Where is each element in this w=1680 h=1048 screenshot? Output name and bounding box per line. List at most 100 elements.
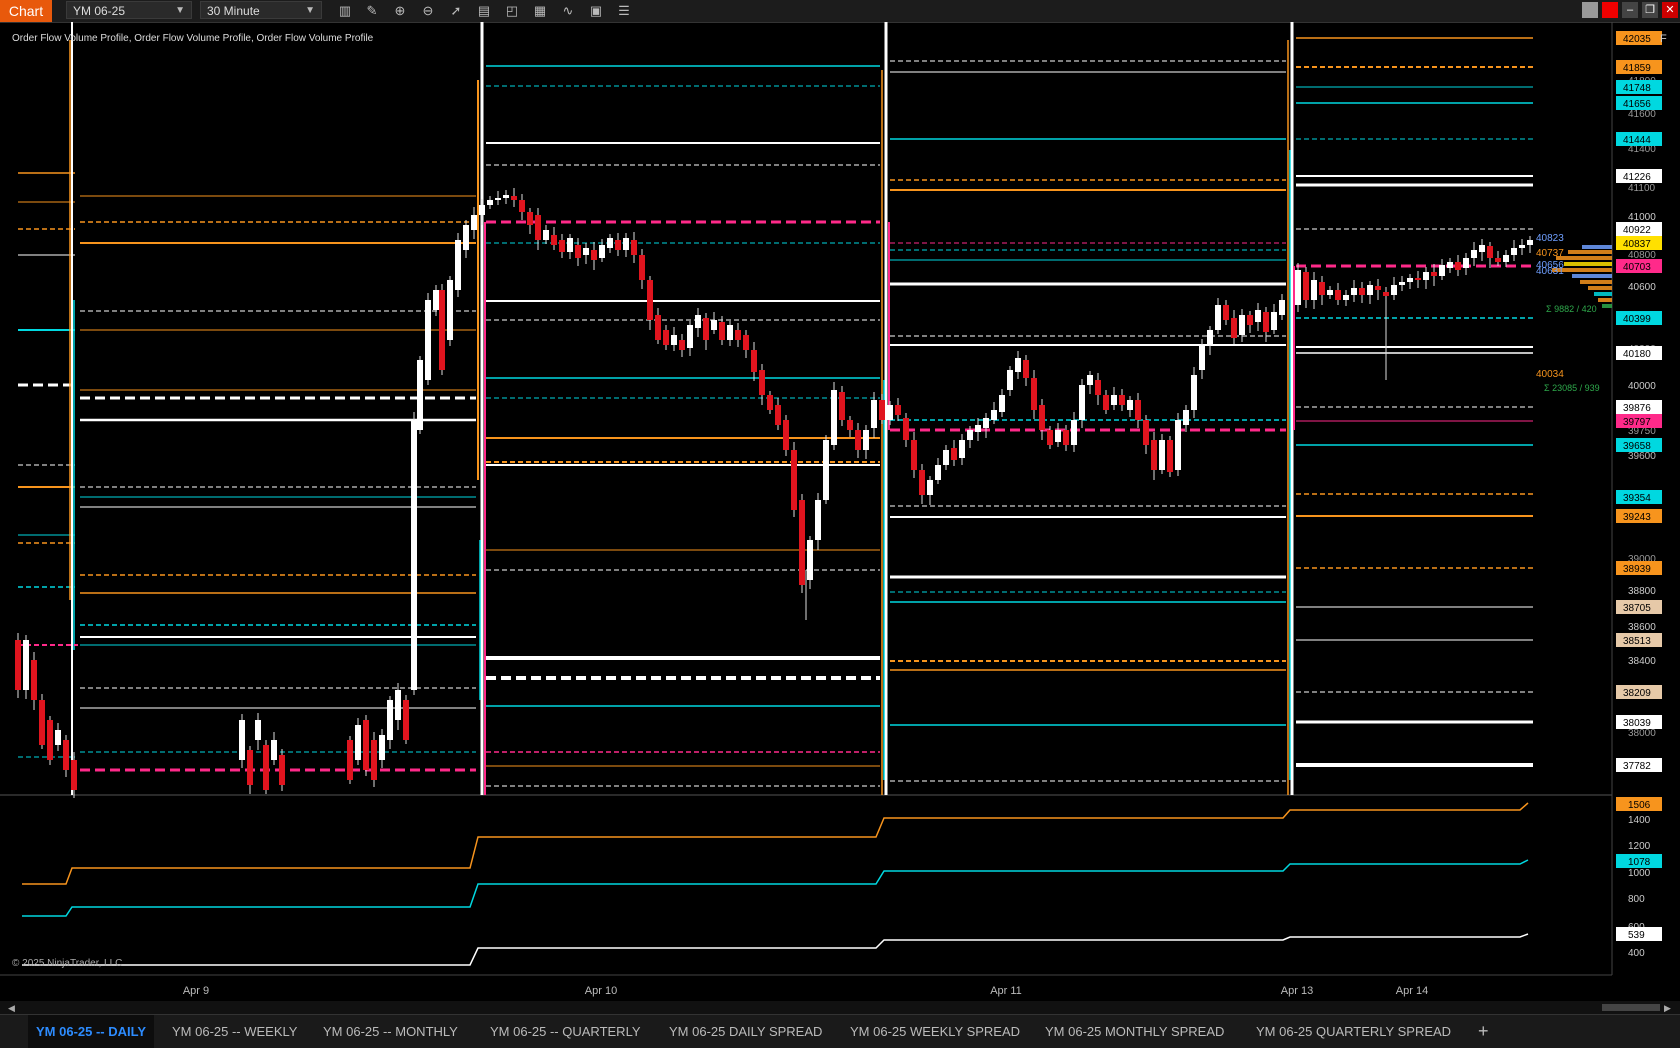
- price-axis-tick: 38800: [1628, 586, 1656, 597]
- tab-weekly[interactable]: YM 06-25 -- WEEKLY: [172, 1015, 297, 1048]
- price-label-text: 38039: [1623, 718, 1651, 729]
- volume-step-line: [22, 933, 1529, 966]
- candle-body: [1055, 430, 1061, 442]
- zoom-in-icon[interactable]: ⊕: [391, 2, 409, 20]
- candle-body: [1431, 272, 1437, 276]
- candle-body: [1215, 305, 1221, 330]
- candle-body: [1463, 258, 1469, 268]
- template-icon[interactable]: ◰: [503, 2, 521, 20]
- price-label-text: 39797: [1623, 417, 1651, 428]
- candle-body: [1311, 280, 1317, 300]
- interval-selector[interactable]: 30 Minute ▼: [200, 1, 322, 19]
- candle-body: [1119, 395, 1125, 405]
- candle-body: [1327, 290, 1333, 295]
- candle-body: [775, 405, 781, 425]
- candle-body: [1423, 272, 1429, 280]
- candle-body: [455, 240, 461, 290]
- tab-quarterly-spread[interactable]: YM 06-25 QUARTERLY SPREAD: [1256, 1015, 1451, 1048]
- candle-body: [599, 245, 605, 258]
- chart-tab-bar: YM 06-25 -- DAILY YM 06-25 -- WEEKLY YM …: [0, 1014, 1680, 1048]
- volume-histogram-bar: [1598, 298, 1612, 302]
- price-label-text: 38513: [1623, 636, 1651, 647]
- candle-body: [1527, 240, 1533, 245]
- candle-body: [39, 700, 45, 745]
- candle-body: [615, 240, 621, 250]
- scroll-left-icon[interactable]: ◀: [8, 1003, 15, 1014]
- price-axis-tick: 38000: [1628, 728, 1656, 739]
- strategies-icon[interactable]: ∿: [559, 2, 577, 20]
- candle-body: [935, 465, 941, 480]
- order-flow-icon[interactable]: ▣: [587, 2, 605, 20]
- candle-body: [983, 418, 989, 428]
- tab-weekly-spread[interactable]: YM 06-25 WEEKLY SPREAD: [850, 1015, 1020, 1048]
- price-axis-tick: 38600: [1628, 622, 1656, 633]
- sub-axis-tick: 400: [1628, 948, 1645, 959]
- zoom-out-icon[interactable]: ⊖: [419, 2, 437, 20]
- candle-body: [395, 690, 401, 720]
- pointer-icon[interactable]: ➚: [447, 2, 465, 20]
- candle-body: [1143, 420, 1149, 445]
- candle-body: [607, 238, 613, 248]
- candle-body: [879, 400, 885, 420]
- candle-body: [1015, 358, 1021, 372]
- candle-body: [1087, 375, 1093, 385]
- candle-body: [439, 290, 445, 370]
- price-axis-tick: 40600: [1628, 282, 1656, 293]
- price-label-text: 40922: [1623, 225, 1651, 236]
- candle-body: [1367, 285, 1373, 295]
- close-icon[interactable]: ✕: [1662, 2, 1678, 18]
- candle-body: [703, 318, 709, 340]
- candle-body: [831, 390, 837, 445]
- candle-body: [463, 225, 469, 250]
- tab-monthly-spread[interactable]: YM 06-25 MONTHLY SPREAD: [1045, 1015, 1224, 1048]
- candle-body: [711, 320, 717, 330]
- candle-body: [1303, 272, 1309, 300]
- close-all-icon[interactable]: [1602, 2, 1618, 18]
- maximize-icon[interactable]: ❐: [1642, 2, 1658, 18]
- candle-body: [967, 430, 973, 440]
- candle-body: [487, 200, 493, 205]
- candle-body: [1239, 315, 1245, 335]
- volume-histogram-bar: [1580, 280, 1612, 284]
- price-axis[interactable]: 4100040600400003960038800386003840041800…: [1552, 31, 1662, 772]
- tab-daily[interactable]: YM 06-25 -- DAILY: [28, 1015, 155, 1048]
- candle-body: [951, 448, 957, 460]
- tab-daily-spread[interactable]: YM 06-25 DAILY SPREAD: [669, 1015, 822, 1048]
- chart-tab[interactable]: Chart: [0, 0, 52, 22]
- profile-label-b: 40737: [1536, 248, 1564, 259]
- price-axis-tick: 41000: [1628, 212, 1656, 223]
- candle-body: [379, 735, 385, 760]
- candle-body: [23, 640, 29, 690]
- indicators-icon[interactable]: ▦: [531, 2, 549, 20]
- bar-style-icon[interactable]: ▥: [336, 2, 354, 20]
- volume-histogram-bar: [1594, 292, 1612, 296]
- instrument-selector[interactable]: YM 06-25 ▼: [66, 1, 192, 19]
- tile-icon[interactable]: [1582, 2, 1598, 18]
- f-badge[interactable]: F: [1660, 33, 1667, 45]
- candle-body: [1487, 246, 1493, 258]
- candle-body: [1271, 312, 1277, 330]
- scroll-right-icon[interactable]: ▶: [1664, 1003, 1671, 1014]
- properties-icon[interactable]: ▤: [475, 2, 493, 20]
- candle-body: [751, 350, 757, 372]
- minimize-icon[interactable]: –: [1622, 2, 1638, 18]
- candle-body: [559, 240, 565, 252]
- pencil-icon[interactable]: ✎: [363, 2, 381, 20]
- data-box-icon[interactable]: ☰: [615, 2, 633, 20]
- tab-monthly[interactable]: YM 06-25 -- MONTHLY: [323, 1015, 458, 1048]
- add-tab-button[interactable]: +: [1478, 1015, 1489, 1048]
- candle-body: [1039, 405, 1045, 430]
- price-axis-tick: 41600: [1628, 109, 1656, 120]
- scroll-thumb[interactable]: [1602, 1004, 1660, 1011]
- candle-body: [1231, 318, 1237, 338]
- volume-histogram-bar: [1564, 262, 1612, 266]
- price-label-text: 41444: [1623, 135, 1651, 146]
- candle-body: [1159, 440, 1165, 470]
- candle-body: [727, 325, 733, 340]
- tab-quarterly[interactable]: YM 06-25 -- QUARTERLY: [490, 1015, 641, 1048]
- price-axis-tick: 40000: [1628, 381, 1656, 392]
- candle-body: [1223, 305, 1229, 320]
- horizontal-scrollbar[interactable]: ◀ ▶: [0, 1001, 1680, 1014]
- volume-profile-levels: [0, 22, 1613, 975]
- chart-canvas[interactable]: 4100040600400003960038800386003840041800…: [0, 22, 1680, 1002]
